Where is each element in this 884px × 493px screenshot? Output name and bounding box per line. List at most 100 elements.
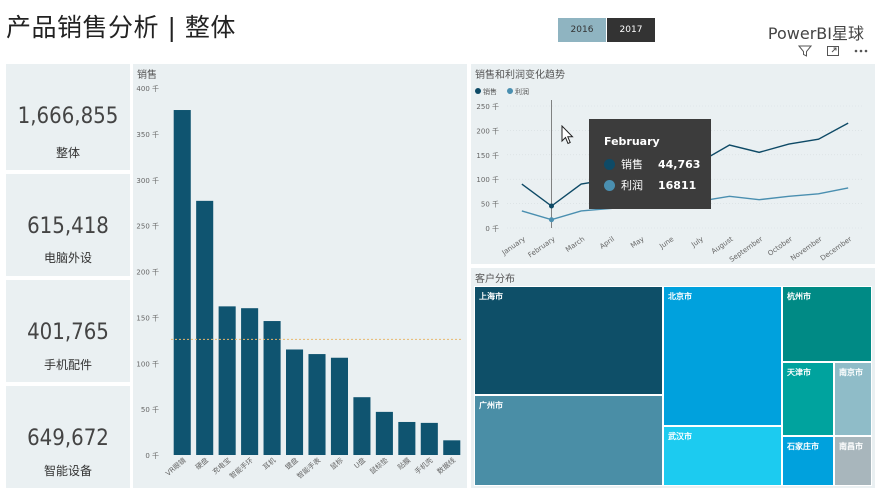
bar[interactable] — [375, 411, 393, 455]
sales-bar-chart[interactable]: 0 千 50 千 100 千 150 千 200 千 250 千 300 千 350 千 400… — [133, 64, 467, 488]
brand-label: PowerBI星球 — [767, 24, 864, 43]
x-tick-label: November — [789, 235, 824, 263]
tooltip-series-value: 44,763 — [658, 157, 701, 171]
x-tick-label: January — [500, 235, 527, 257]
x-tick-label: February — [527, 235, 557, 259]
tooltip-series-value: 16811 — [658, 178, 697, 192]
treemap-cell-shijiazhuang[interactable]: 石家庄市 — [782, 436, 834, 486]
bar[interactable] — [398, 421, 416, 455]
x-tick-label: May — [629, 235, 645, 250]
kpi-value: 1,666,855 — [17, 104, 119, 129]
y-tick-label: 0 千 — [485, 224, 499, 233]
chart-tooltip: February 销售 44,763 利润 16811 — [589, 119, 711, 209]
kpi-label: 电脑外设 — [43, 251, 92, 265]
y-tick-label: 250 千 — [476, 102, 499, 111]
y-tick-label: 50 千 — [481, 200, 499, 209]
y-tick-label: 250 千 — [136, 222, 159, 231]
x-tick-label: 智能手环 — [228, 456, 255, 481]
kpi-label: 整体 — [55, 146, 80, 160]
filter-icon[interactable] — [796, 42, 814, 60]
bar[interactable] — [330, 357, 348, 455]
kpi-card-phone-accessories[interactable]: 401,765 手机配件 — [6, 280, 130, 382]
sales-dot-icon — [604, 158, 615, 170]
kpi-card-total[interactable]: 1,666,855 整体 — [6, 64, 130, 170]
profit-dot-icon — [604, 179, 615, 191]
x-tick-label: 鼠标垫 — [368, 456, 390, 476]
treemap-cell-guangzhou[interactable]: 广州市 — [474, 395, 663, 486]
y-tick-label: 300 千 — [136, 176, 159, 185]
bar[interactable] — [443, 440, 461, 455]
tooltip-row-profit: 利润 16811 — [604, 177, 696, 193]
treemap-cell-shanghai[interactable]: 上海市 — [474, 286, 663, 395]
hover-point — [549, 217, 554, 223]
x-tick-label: March — [564, 235, 586, 254]
legend-label: 销售 — [483, 87, 497, 96]
kpi-value: 615,418 — [27, 214, 109, 239]
kpi-label: 手机配件 — [43, 358, 92, 372]
treemap-cell-tianjin[interactable]: 天津市 — [782, 362, 834, 436]
y-tick-label: 100 千 — [476, 175, 499, 184]
customer-treemap-panel[interactable]: 客户分布 上海市 广州市 北京市 武汉市 杭州市 天津市 南京市 石家庄市 南昌… — [471, 268, 875, 488]
hover-point — [549, 203, 554, 209]
bar[interactable] — [173, 110, 191, 455]
more-options-icon[interactable] — [852, 42, 870, 60]
x-tick-label: 硬盘 — [193, 456, 210, 472]
y-tick-label: 50 千 — [141, 405, 159, 414]
y-tick-label: 150 千 — [136, 313, 159, 322]
y-tick-label: 0 千 — [145, 451, 159, 460]
tooltip-series-name: 销售 — [621, 158, 643, 171]
treemap-cell-beijing[interactable]: 北京市 — [663, 286, 782, 426]
x-tick-label: 数据线 — [435, 456, 457, 476]
kpi-value: 649,672 — [27, 426, 109, 451]
year-button-2017[interactable]: 2017 — [607, 18, 655, 42]
bar[interactable] — [420, 422, 438, 455]
treemap-cell-nanchang[interactable]: 南昌市 — [834, 436, 872, 486]
x-tick-label: August — [710, 235, 735, 256]
year-button-2016[interactable]: 2016 — [558, 18, 606, 42]
kpi-label: 智能设备 — [43, 464, 92, 478]
bar[interactable] — [241, 308, 259, 455]
treemap-cell-hangzhou[interactable]: 杭州市 — [782, 286, 872, 362]
x-tick-label: 鼠标 — [328, 456, 345, 472]
mouse-cursor-icon — [561, 124, 574, 149]
bar[interactable] — [263, 321, 281, 455]
legend-marker — [475, 88, 481, 94]
bar[interactable] — [218, 306, 236, 455]
treemap-cell-nanjing[interactable]: 南京市 — [834, 362, 872, 436]
tooltip-series-name: 利润 — [621, 179, 643, 192]
kpi-card-computer-peripherals[interactable]: 615,418 电脑外设 — [6, 174, 130, 276]
tooltip-month: February — [604, 135, 660, 148]
y-tick-label: 400 千 — [136, 84, 159, 93]
treemap-title: 客户分布 — [475, 274, 515, 285]
x-tick-label: 手机壳 — [413, 456, 435, 476]
y-tick-label: 350 千 — [136, 130, 159, 139]
bar[interactable] — [196, 200, 214, 455]
x-tick-label: VR眼镜 — [164, 456, 188, 478]
y-tick-label: 200 千 — [476, 126, 499, 135]
legend-marker — [507, 88, 513, 94]
y-tick-label: 200 千 — [136, 268, 159, 277]
x-tick-label: U盘 — [352, 456, 367, 471]
kpi-card-smart-devices[interactable]: 649,672 智能设备 — [6, 386, 130, 488]
y-tick-label: 100 千 — [136, 359, 159, 368]
bar[interactable] — [308, 354, 326, 455]
legend-label: 利润 — [515, 87, 529, 96]
x-tick-label: September — [728, 235, 764, 264]
x-tick-label: July — [689, 235, 705, 249]
kpi-value: 401,765 — [27, 320, 109, 345]
focus-mode-icon[interactable] — [824, 42, 842, 60]
x-tick-label: December — [819, 235, 853, 262]
x-tick-label: 耳机 — [261, 456, 278, 472]
x-tick-label: 贴膜 — [396, 456, 413, 472]
x-tick-label: June — [657, 235, 675, 251]
x-tick-label: April — [598, 235, 616, 251]
x-tick-label: 键盘 — [283, 456, 300, 472]
bar[interactable] — [286, 349, 304, 455]
treemap-cell-wuhan[interactable]: 武汉市 — [663, 426, 782, 486]
tooltip-row-sales: 销售 44,763 — [604, 156, 700, 172]
sales-bar-chart-panel[interactable]: 销售 0 千 50 千 100 千 150 千 200 千 250 千 300 千 350 千… — [133, 64, 467, 488]
x-tick-label: 智能手表 — [295, 456, 322, 481]
y-tick-label: 150 千 — [476, 151, 499, 160]
page-title: 产品销售分析 | 整体 — [6, 13, 236, 42]
bar[interactable] — [353, 397, 371, 455]
